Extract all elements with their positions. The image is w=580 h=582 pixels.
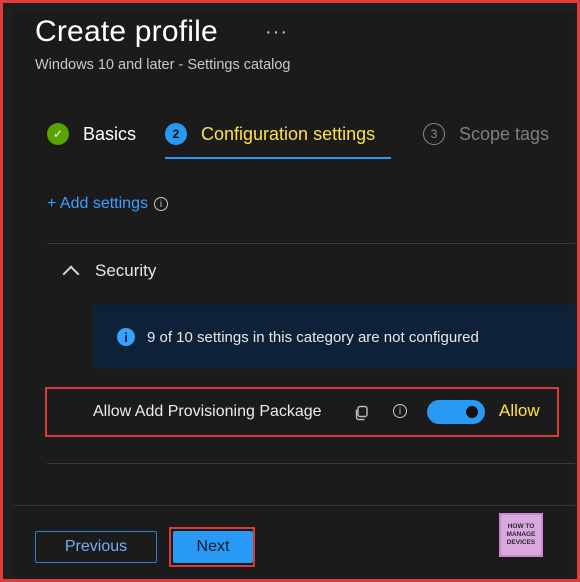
add-settings-link[interactable]: + Add settings i	[47, 195, 168, 213]
how-to-manage-devices-logo: HOW TO MANAGE DEVICES	[499, 513, 543, 557]
step-basics-label: Basics	[83, 123, 137, 144]
category-name: Security	[95, 261, 157, 280]
step-number-badge: 2	[165, 123, 187, 145]
info-message-bar: i 9 of 10 settings in this category are …	[93, 305, 575, 369]
create-profile-panel: Create profile ··· Windows 10 and later …	[13, 11, 575, 577]
step-number-badge: 3	[423, 123, 445, 145]
info-outline-icon[interactable]: i	[393, 404, 407, 418]
info-solid-icon: i	[117, 328, 135, 346]
logo-line: DEVICES	[506, 539, 536, 546]
setting-row-allow-add-provisioning-package: Allow Add Provisioning Package i Allow	[45, 387, 559, 437]
footer-divider	[13, 505, 575, 506]
divider	[47, 463, 575, 464]
copy-icon[interactable]	[353, 405, 369, 421]
checkmark-circle-icon: ✓	[47, 123, 69, 145]
info-message-text: 9 of 10 settings in this category are no…	[147, 328, 479, 346]
step-configuration-settings-label: Configuration settings	[201, 123, 376, 144]
annotation-frame: Create profile ··· Windows 10 and later …	[0, 0, 580, 582]
toggle-state-label: Allow	[499, 401, 540, 420]
step-scope-tags[interactable]: 3 Scope tags	[423, 123, 549, 145]
step-basics[interactable]: ✓ Basics	[47, 123, 136, 145]
previous-button[interactable]: Previous	[35, 531, 157, 563]
info-outline-icon[interactable]: i	[153, 197, 168, 211]
toggle-knob	[466, 406, 478, 418]
setting-toggle[interactable]	[427, 400, 485, 424]
more-horizontal-icon[interactable]: ···	[265, 21, 288, 44]
chevron-up-icon	[62, 265, 80, 283]
category-header-security[interactable]: Security	[62, 261, 157, 283]
step-configuration-settings[interactable]: 2 Configuration settings	[165, 123, 375, 145]
divider	[47, 243, 575, 244]
add-settings-label: + Add settings	[47, 195, 148, 212]
setting-name: Allow Add Provisioning Package	[93, 403, 322, 420]
page-subtitle: Windows 10 and later - Settings catalog	[35, 57, 291, 73]
logo-line: HOW TO	[507, 523, 535, 530]
step-scope-tags-label: Scope tags	[459, 123, 550, 144]
page-title: Create profile	[35, 15, 218, 48]
logo-line: MANAGE	[506, 531, 536, 538]
active-step-indicator	[165, 157, 391, 159]
next-button[interactable]: Next	[173, 531, 253, 563]
